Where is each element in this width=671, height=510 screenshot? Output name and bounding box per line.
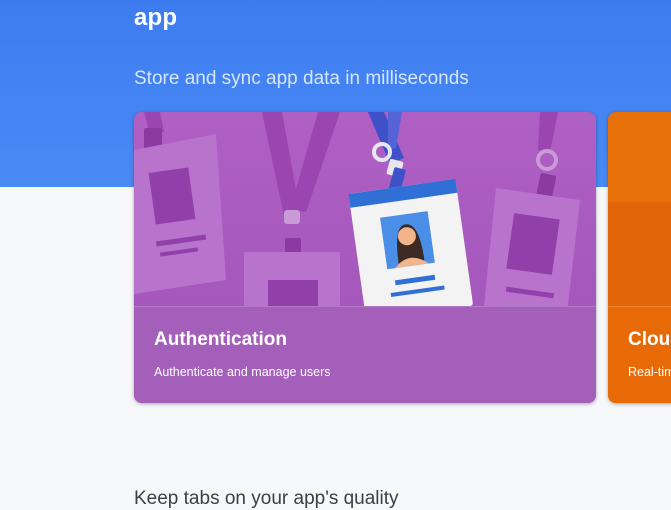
- authentication-card-title: Authentication: [154, 329, 287, 350]
- authentication-card-description: Authenticate and manage users: [154, 365, 331, 379]
- cloud-card-title: Clou: [628, 329, 671, 350]
- id-badges-illustration: [134, 112, 596, 306]
- cloud-illustration: [608, 112, 671, 306]
- project-title: app: [134, 4, 178, 31]
- cloud-card-description: Real-tim: [628, 365, 671, 379]
- cloud-card-info: Clou Real-tim: [608, 306, 671, 403]
- cloud-card[interactable]: Clou Real-tim: [608, 112, 671, 403]
- hero-subtitle: Store and sync app data in milliseconds: [134, 68, 469, 89]
- authentication-card-info: Authentication Authenticate and manage u…: [134, 306, 596, 403]
- authentication-card[interactable]: Authentication Authenticate and manage u…: [134, 112, 596, 403]
- quality-section-heading: Keep tabs on your app's quality: [134, 488, 399, 509]
